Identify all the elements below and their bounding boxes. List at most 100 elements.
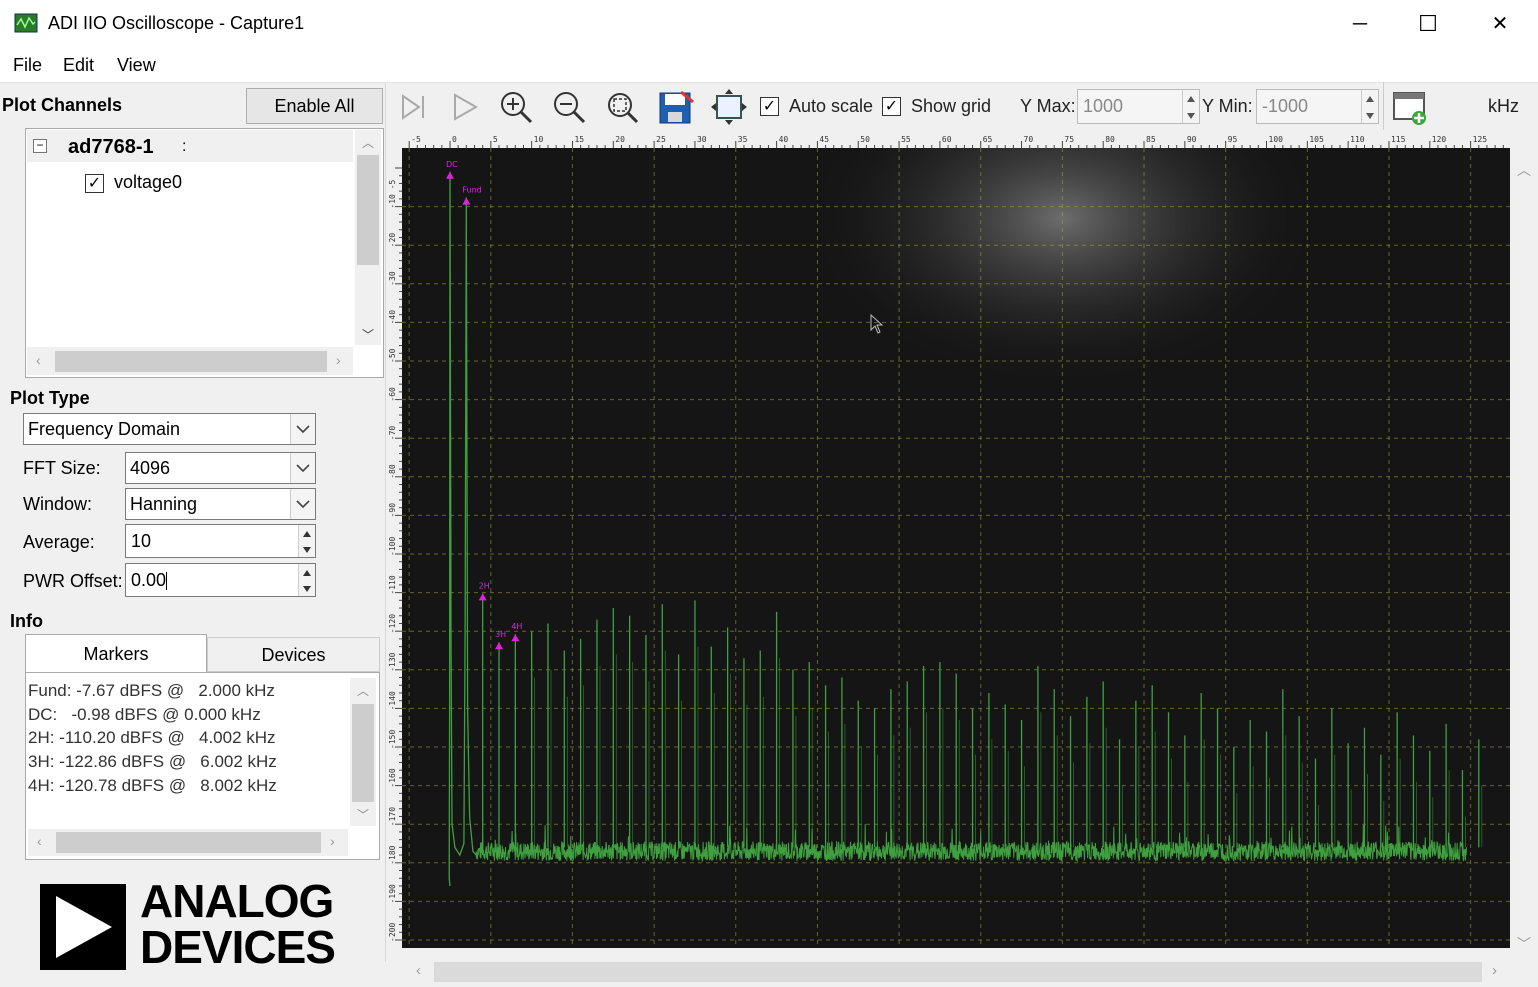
menu-bar — [0, 48, 1538, 83]
maximize-button[interactable]: ☐ — [1414, 12, 1442, 36]
ymax-label: Y Max: — [1020, 96, 1076, 116]
channel-name: voltage0 — [114, 172, 183, 192]
scroll-up-icon[interactable]: ︿ — [1517, 160, 1531, 180]
mouse-cursor-icon — [870, 314, 884, 334]
pwr-offset-value: 0.00 — [131, 570, 167, 590]
ymin-spinbox[interactable]: -1000 — [1256, 89, 1379, 124]
tab-markers[interactable]: Markers — [25, 634, 207, 672]
x-tick-label: 125 — [1473, 135, 1488, 144]
show-grid-label: Show grid — [911, 96, 992, 116]
scroll-up-icon[interactable]: ︿ — [357, 682, 369, 699]
menu-view[interactable]: View — [117, 55, 156, 76]
scroll-down-icon[interactable]: ﹀ — [357, 806, 369, 823]
ymin-value: -1000 — [1262, 96, 1309, 116]
fft-size-select[interactable]: 4096 — [125, 452, 316, 484]
marker-level: -0.98 dBFS @ — [71, 705, 180, 724]
app-icon — [14, 13, 38, 33]
minimize-button[interactable]: ─ — [1346, 12, 1374, 36]
y-tick-label: -150 — [388, 730, 397, 749]
x-tick-label: 20 — [615, 135, 625, 144]
average-label: Average: — [23, 532, 95, 552]
y-tick-label: -110 — [388, 575, 397, 594]
y-tick-label: -80 — [388, 464, 397, 479]
marker-name: 4H: — [28, 776, 55, 795]
collapse-icon[interactable]: − — [33, 139, 47, 153]
marker-name: 3H: — [28, 752, 55, 771]
x-tick-label: 5 — [493, 135, 498, 144]
ymax-spinbox[interactable]: 1000 — [1077, 89, 1200, 124]
spin-arrows-icon[interactable] — [298, 564, 315, 596]
enable-all-button[interactable]: Enable All — [246, 88, 383, 124]
scroll-left-icon[interactable]: ‹ — [416, 962, 421, 979]
tree-hscroll-thumb[interactable] — [55, 351, 327, 372]
play-icon[interactable] — [446, 88, 484, 126]
y-tick-label: -140 — [388, 691, 397, 710]
pwr-offset-spinbox[interactable]: 0.00 — [125, 563, 316, 597]
scroll-down-icon[interactable]: ﹀ — [1517, 934, 1531, 954]
x-tick-label: 35 — [738, 135, 748, 144]
marker-triangle — [446, 171, 454, 179]
menu-file[interactable]: File — [13, 55, 42, 76]
window-select[interactable]: Hanning — [125, 488, 316, 520]
fft-size-label: FFT Size: — [23, 458, 101, 478]
y-tick-label: -90 — [388, 503, 397, 518]
y-tick-label: -20 — [388, 233, 397, 248]
scroll-right-icon[interactable]: › — [336, 352, 341, 368]
logo-text: ANALOG DEVICES — [140, 875, 336, 973]
logo-line1: ANALOG — [140, 875, 334, 927]
noise-floor-trace — [475, 823, 1467, 863]
scroll-up-icon[interactable]: ︿ — [362, 134, 374, 151]
fft-plot[interactable]: DC Fund 2H 3H 4H — [402, 148, 1510, 948]
close-button[interactable]: ✕ — [1486, 12, 1514, 36]
auto-scale-checkbox[interactable]: ✓ — [760, 97, 779, 116]
plot-type-select[interactable]: Frequency Domain — [23, 413, 316, 445]
scroll-right-icon[interactable]: › — [1492, 962, 1497, 979]
zoom-in-icon[interactable] — [497, 88, 535, 126]
marker-layer: DC Fund 2H 3H 4H — [446, 160, 522, 650]
logo-line2: DEVICES — [140, 921, 336, 973]
marker-triangle — [462, 197, 471, 205]
zoom-out-icon[interactable] — [550, 88, 588, 126]
marker-4h: 4H: -120.78 dBFS @ 8.002 kHz — [28, 776, 277, 796]
spin-arrows-icon[interactable] — [298, 525, 315, 557]
step-icon[interactable] — [395, 88, 433, 126]
tab-devices[interactable]: Devices — [207, 637, 380, 672]
fft-plot-svg: DC Fund 2H 3H 4H — [402, 148, 1510, 948]
save-icon[interactable] — [657, 88, 695, 126]
y-tick-label: -100 — [388, 537, 397, 556]
auto-scale-label: Auto scale — [789, 96, 874, 116]
marker-name: 2H: — [28, 728, 55, 747]
scroll-left-icon[interactable]: ‹ — [37, 833, 42, 849]
marker-level: -7.67 dBFS @ — [76, 681, 185, 700]
spin-arrows-icon[interactable] — [1361, 90, 1378, 123]
average-value: 10 — [131, 531, 152, 551]
x-tick-label: 25 — [656, 135, 666, 144]
average-spinbox[interactable]: 10 — [125, 524, 316, 558]
x-tick-label: 45 — [819, 135, 829, 144]
spin-arrows-icon[interactable] — [1182, 90, 1199, 123]
y-tick-label: -200 — [388, 923, 397, 942]
scroll-down-icon[interactable]: ﹀ — [362, 326, 374, 343]
ymin-label: Y Min: — [1202, 96, 1253, 116]
scroll-right-icon[interactable]: › — [330, 833, 335, 849]
markers-hscroll-thumb[interactable] — [56, 832, 321, 853]
show-grid-checkbox[interactable]: ✓ — [882, 97, 901, 116]
tree-vscroll-thumb[interactable] — [357, 155, 379, 265]
plot-hscroll-thumb[interactable] — [434, 962, 1482, 982]
marker-level: -110.20 dBFS @ — [59, 728, 185, 747]
x-tick-label: 30 — [697, 135, 707, 144]
fullscreen-icon[interactable] — [710, 88, 748, 126]
plot-vscrollbar[interactable] — [1512, 150, 1536, 958]
add-marker-icon[interactable] — [1391, 88, 1429, 126]
scroll-left-icon[interactable]: ‹ — [36, 352, 41, 368]
marker-triangle — [495, 642, 504, 650]
y-tick-label: -160 — [388, 768, 397, 787]
menu-edit[interactable]: Edit — [63, 55, 94, 76]
x-tick-label: 115 — [1391, 135, 1406, 144]
plot-channels-heading: Plot Channels — [2, 95, 123, 115]
marker-3h: 3H: -122.86 dBFS @ 6.002 kHz — [28, 752, 277, 772]
voltage0-checkbox[interactable]: ✓ — [85, 174, 104, 193]
text-cursor — [166, 572, 168, 591]
markers-vscroll-thumb[interactable] — [352, 704, 374, 802]
zoom-fit-icon[interactable] — [603, 88, 641, 126]
